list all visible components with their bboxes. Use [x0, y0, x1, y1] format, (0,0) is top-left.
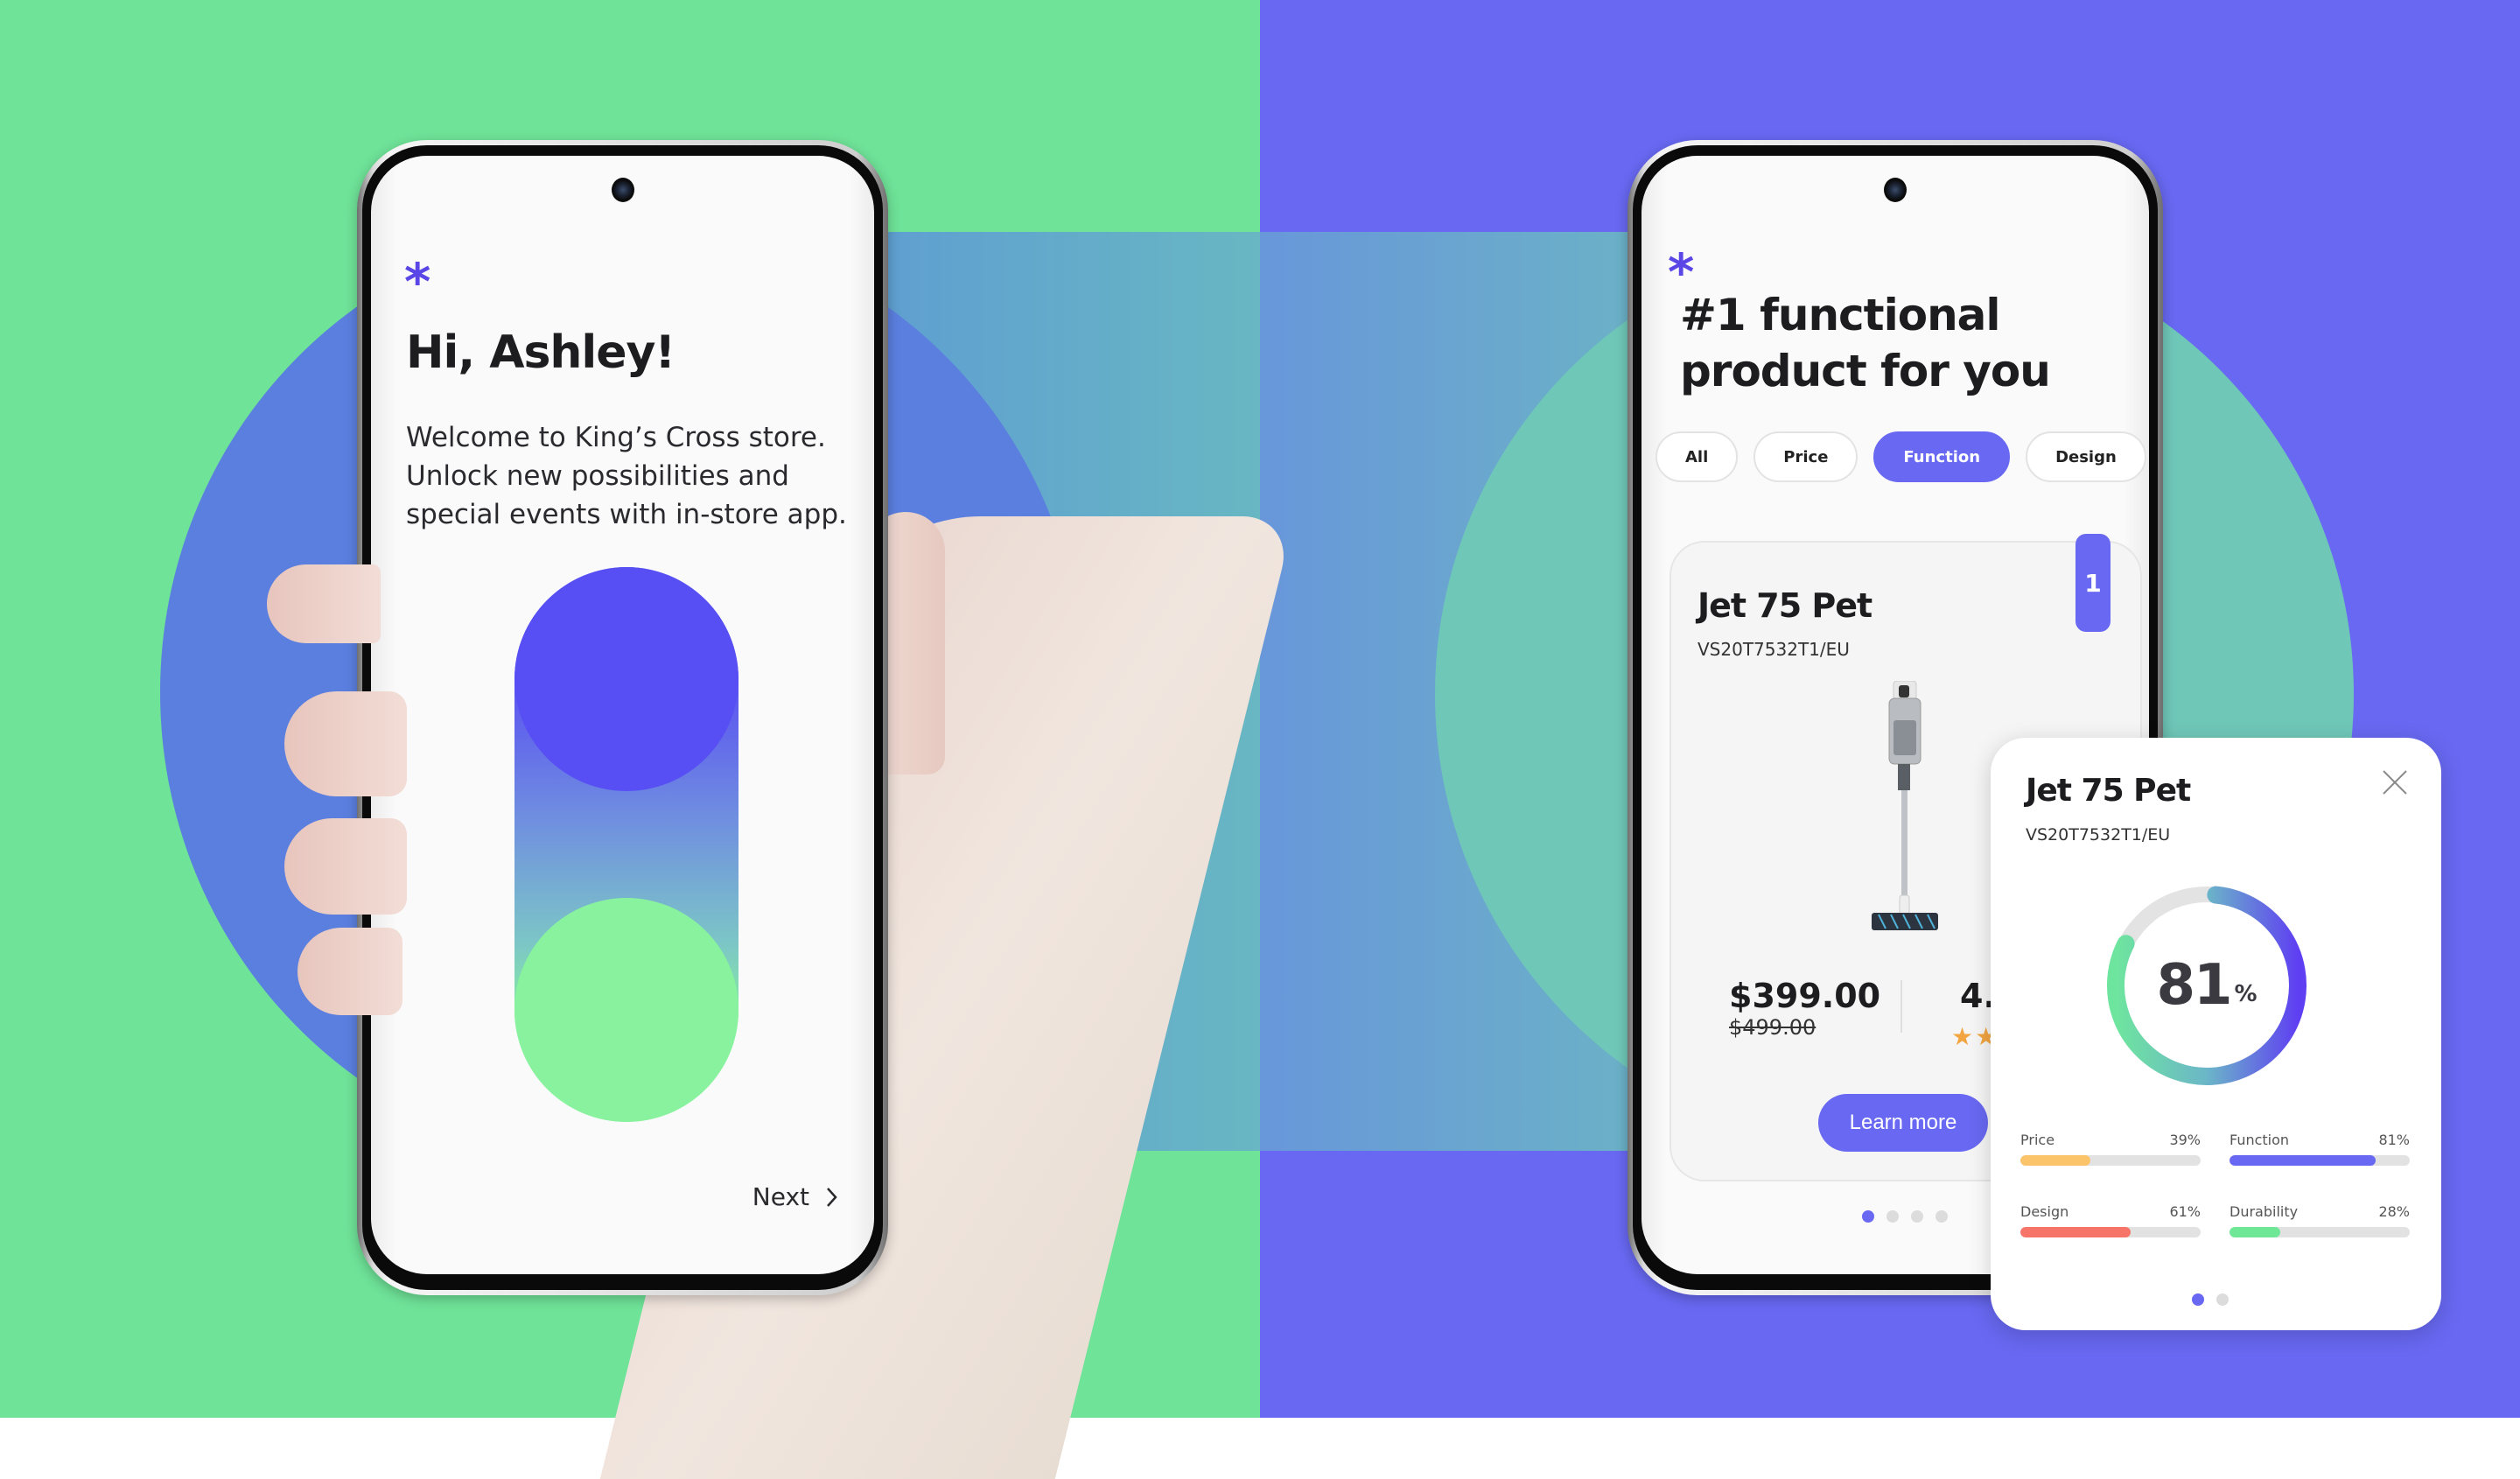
score-card-product-sku: VS20T7532T1/EU: [2026, 825, 2171, 845]
product-price: $399.00: [1729, 977, 1881, 1015]
background-circle-right-overlap: [1435, 232, 1645, 1151]
metric-label: Function: [2230, 1132, 2290, 1148]
pagination-dot[interactable]: [1936, 1210, 1948, 1223]
rank-badge: 1: [2076, 534, 2110, 632]
metric-function: Function 81%: [2230, 1132, 2410, 1166]
score-unit: %: [2234, 981, 2258, 1007]
score-gauge-label: 81 %: [2106, 885, 2307, 1086]
metric-bar-track: [2020, 1155, 2201, 1166]
front-camera-icon: [611, 178, 634, 202]
metric-value: 39%: [2169, 1132, 2201, 1148]
close-icon[interactable]: [2382, 769, 2408, 796]
metric-label: Durability: [2230, 1203, 2299, 1220]
chevron-right-icon: [827, 1187, 837, 1207]
front-camera-icon: [1884, 178, 1907, 202]
product-sku: VS20T7532T1/EU: [1698, 639, 1850, 660]
hand-index-finger: [267, 564, 381, 643]
pagination-dot[interactable]: [1862, 1210, 1874, 1223]
pagination-dot[interactable]: [1886, 1210, 1899, 1223]
background-circle-right-part: [1435, 235, 1645, 1151]
filter-chip-design[interactable]: Design: [2026, 431, 2146, 482]
metric-label: Price: [2020, 1132, 2055, 1148]
metric-price: Price 39%: [2020, 1132, 2201, 1166]
metric-bar-track: [2230, 1155, 2410, 1166]
hand-middle-finger: [284, 691, 407, 796]
pill-bottom-circle: [514, 898, 738, 1122]
price-divider: [1900, 980, 1902, 1033]
filter-chip-price[interactable]: Price: [1754, 431, 1858, 482]
product-name: Jet 75 Pet: [1698, 586, 1872, 625]
next-button[interactable]: Next: [752, 1182, 839, 1211]
filter-chip-function[interactable]: Function: [1873, 431, 2011, 482]
metric-value: 81%: [2378, 1132, 2410, 1148]
welcome-text: Welcome to King’s Cross store. Unlock ne…: [406, 422, 847, 530]
metric-label: Design: [2020, 1203, 2069, 1220]
next-label: Next: [752, 1182, 809, 1211]
pagination-dot[interactable]: [2192, 1293, 2204, 1306]
metric-bar-fill: [2230, 1227, 2280, 1237]
product-score-card: Jet 75 Pet VS20T7532T1/EU 81 % Price 39% …: [1991, 738, 2441, 1330]
asterisk-logo-icon: *: [404, 252, 431, 312]
hand-ring-finger: [284, 818, 407, 915]
score-card-pagination: [2192, 1293, 2229, 1306]
title-line-2: product for you: [1680, 346, 2051, 396]
metric-durability: Durability 28%: [2230, 1203, 2410, 1237]
pagination-dot[interactable]: [1911, 1210, 1923, 1223]
metric-value: 61%: [2169, 1203, 2201, 1220]
product-old-price: $499.00: [1729, 1015, 1816, 1040]
learn-more-button[interactable]: Learn more: [1818, 1094, 1988, 1152]
product-pagination: [1862, 1210, 1948, 1223]
phone-left: * Hi, Ashley! Welcome to King’s Cross st…: [357, 140, 888, 1295]
score-card-product-name: Jet 75 Pet: [2026, 773, 2191, 809]
metric-value: 28%: [2378, 1203, 2410, 1220]
vacuum-product-image: [1872, 681, 1938, 930]
hand-little-finger: [298, 928, 402, 1015]
page-title: #1 functional product for you: [1680, 287, 2051, 399]
metric-design: Design 61%: [2020, 1203, 2201, 1237]
pill-top-circle: [514, 567, 738, 791]
metric-bar-fill: [2020, 1155, 2091, 1166]
phone-left-bezel: * Hi, Ashley! Welcome to King’s Cross st…: [362, 145, 883, 1290]
filter-chips: AllPriceFunctionDesignDurab: [1656, 431, 2149, 482]
greeting-title: Hi, Ashley!: [406, 326, 676, 379]
metric-bar-track: [2020, 1227, 2201, 1237]
filter-chip-all[interactable]: All: [1656, 431, 1739, 482]
metric-bar-fill: [2020, 1227, 2131, 1237]
metric-bar-track: [2230, 1227, 2410, 1237]
title-line-1: #1 functional: [1680, 290, 2001, 340]
welcome-screen: * Hi, Ashley! Welcome to King’s Cross st…: [371, 156, 874, 1274]
metric-bar-fill: [2230, 1155, 2376, 1166]
pagination-dot[interactable]: [2216, 1293, 2229, 1306]
score-value: 81: [2156, 953, 2232, 1018]
